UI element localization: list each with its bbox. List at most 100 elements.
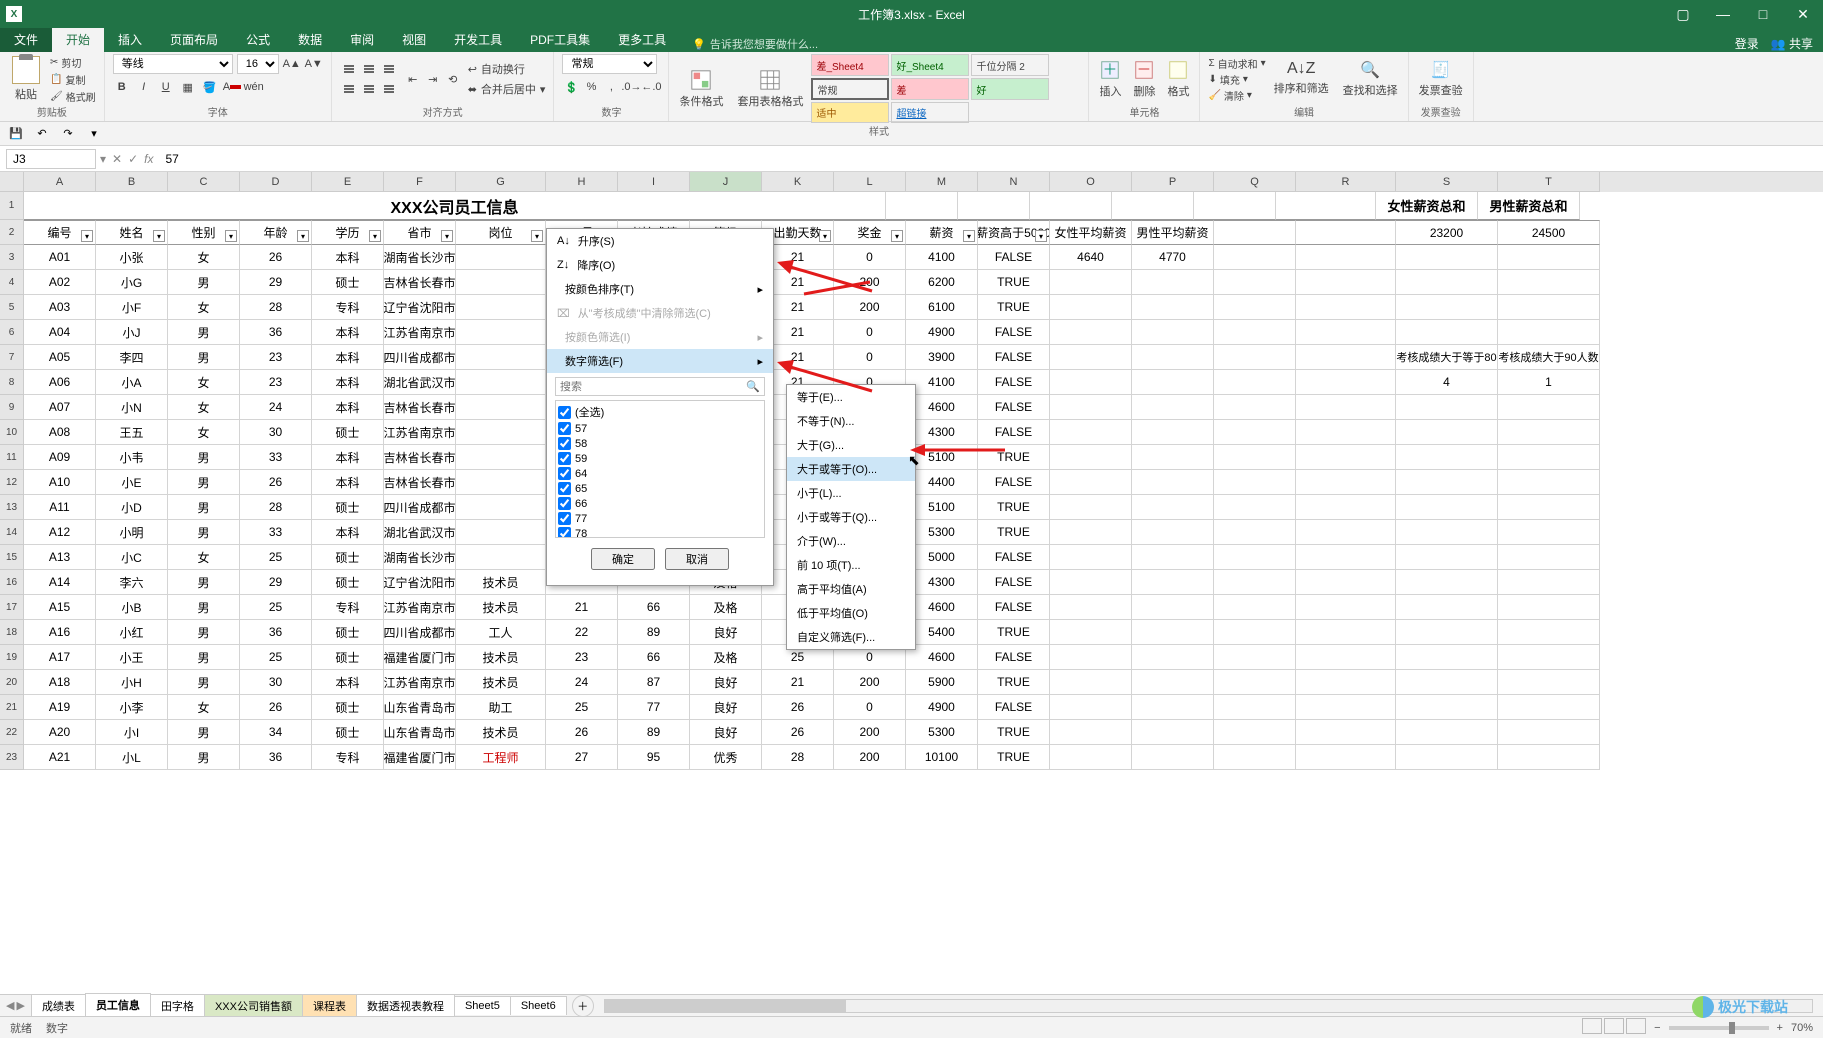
data-cell[interactable]: A21 (24, 745, 96, 770)
data-cell[interactable]: 四川省成都市 (384, 620, 456, 645)
data-cell[interactable]: 3900 (906, 345, 978, 370)
data-cell[interactable]: 硕士 (312, 620, 384, 645)
data-cell[interactable] (456, 370, 546, 395)
fx-icon[interactable]: fx (144, 152, 153, 166)
data-cell[interactable]: FALSE (978, 595, 1050, 620)
data-cell[interactable]: 小N (96, 395, 168, 420)
align-right-button[interactable] (380, 80, 398, 98)
increase-font-icon[interactable]: A▲ (283, 55, 301, 73)
data-cell[interactable] (456, 245, 546, 270)
data-cell[interactable]: 26 (240, 245, 312, 270)
data-cell[interactable]: 28 (762, 745, 834, 770)
filter-greater-equal-item[interactable]: 大于或等于(O)... (787, 457, 915, 481)
style-good[interactable]: 好_Sheet4 (891, 54, 969, 76)
data-cell[interactable]: 江苏省南京市 (384, 420, 456, 445)
row-header[interactable]: 12 (0, 470, 24, 495)
data-cell[interactable]: 王五 (96, 420, 168, 445)
col-header[interactable]: C (168, 172, 240, 192)
filter-dropdown-icon[interactable]: ▾ (963, 230, 975, 242)
data-cell[interactable]: 26 (240, 470, 312, 495)
data-cell[interactable]: 0 (834, 320, 906, 345)
data-cell[interactable]: 10100 (906, 745, 978, 770)
data-cell[interactable]: 及格 (690, 645, 762, 670)
data-cell[interactable]: A07 (24, 395, 96, 420)
sheet-tab[interactable]: 田字格 (150, 994, 205, 1017)
data-cell[interactable]: 吉林省长春市 (384, 445, 456, 470)
data-cell[interactable]: 男 (168, 720, 240, 745)
data-cell[interactable]: 200 (834, 720, 906, 745)
cut-button[interactable]: ✂ 剪切 (50, 55, 96, 70)
data-cell[interactable]: 男 (168, 595, 240, 620)
data-cell[interactable]: 4900 (906, 320, 978, 345)
style-neutral[interactable]: 适中 (811, 102, 889, 123)
data-cell[interactable]: 专科 (312, 595, 384, 620)
font-size-select[interactable]: 16 (237, 54, 279, 74)
data-cell[interactable]: 77 (618, 695, 690, 720)
data-cell[interactable]: 良好 (690, 695, 762, 720)
filter-checkbox[interactable] (558, 467, 571, 480)
row-header[interactable]: 23 (0, 745, 24, 770)
data-cell[interactable]: 工程师 (456, 745, 546, 770)
format-painter-button[interactable]: 🖌 格式刷 (50, 89, 96, 104)
tab-insert[interactable]: 插入 (104, 27, 156, 52)
tab-view[interactable]: 视图 (388, 27, 440, 52)
filter-top10-item[interactable]: 前 10 项(T)... (787, 553, 915, 577)
filter-between-item[interactable]: 介于(W)... (787, 529, 915, 553)
tab-home[interactable]: 开始 (52, 27, 104, 52)
data-cell[interactable]: 山东省青岛市 (384, 695, 456, 720)
data-cell[interactable]: 本科 (312, 370, 384, 395)
align-middle-button[interactable] (360, 60, 378, 78)
sheet-tab[interactable]: 数据透视表教程 (356, 994, 455, 1017)
filter-checkbox[interactable] (558, 512, 571, 525)
data-cell[interactable]: 本科 (312, 470, 384, 495)
col-header[interactable]: D (240, 172, 312, 192)
data-cell[interactable]: 30 (240, 420, 312, 445)
decrease-indent-button[interactable]: ⇤ (404, 70, 422, 88)
data-cell[interactable]: TRUE (978, 295, 1050, 320)
data-cell[interactable]: 89 (618, 720, 690, 745)
fill-button[interactable]: ⬇ 填充 ▾ (1208, 72, 1265, 87)
data-cell[interactable]: 26 (762, 695, 834, 720)
data-cell[interactable] (456, 420, 546, 445)
data-cell[interactable]: 男 (168, 645, 240, 670)
header-cell[interactable]: 男性平均薪资 (1132, 220, 1214, 245)
row-header[interactable]: 19 (0, 645, 24, 670)
value-female-sum[interactable]: 23200 (1396, 220, 1498, 245)
data-cell[interactable]: 本科 (312, 395, 384, 420)
data-cell[interactable] (456, 395, 546, 420)
col-header[interactable]: Q (1214, 172, 1296, 192)
filter-dropdown-icon[interactable]: ▾ (1035, 230, 1047, 242)
decrease-font-icon[interactable]: A▼ (305, 55, 323, 73)
data-cell[interactable]: 技术员 (456, 595, 546, 620)
data-cell[interactable]: 技术员 (456, 645, 546, 670)
data-cell[interactable] (456, 295, 546, 320)
filter-dropdown-icon[interactable]: ▾ (369, 230, 381, 242)
data-cell[interactable]: 辽宁省沈阳市 (384, 295, 456, 320)
enter-formula-icon[interactable]: ✓ (128, 152, 138, 166)
data-cell[interactable]: A03 (24, 295, 96, 320)
style-normal[interactable]: 常规 (811, 78, 889, 100)
data-cell[interactable]: 29 (240, 570, 312, 595)
data-cell[interactable]: 33 (240, 445, 312, 470)
data-cell[interactable]: 女 (168, 370, 240, 395)
filter-checkbox[interactable] (558, 437, 571, 450)
bold-button[interactable]: B (113, 78, 131, 96)
data-cell[interactable]: 江苏省南京市 (384, 595, 456, 620)
data-cell[interactable]: A04 (24, 320, 96, 345)
header-cell[interactable]: 编号▾ (24, 220, 96, 245)
data-cell[interactable]: 0 (834, 245, 906, 270)
data-cell[interactable]: 女 (168, 395, 240, 420)
style-good2[interactable]: 好 (971, 78, 1049, 100)
data-cell[interactable]: FALSE (978, 545, 1050, 570)
formula-input[interactable]: 57 (160, 152, 1823, 166)
find-select-button[interactable]: 🔍查找和选择 (1341, 58, 1400, 100)
row-header[interactable]: 18 (0, 620, 24, 645)
style-hyperlink[interactable]: 超链接 (891, 102, 969, 123)
data-cell[interactable]: 5300 (906, 720, 978, 745)
header-cell[interactable]: 性别▾ (168, 220, 240, 245)
data-cell[interactable]: 福建省厦门市 (384, 645, 456, 670)
data-cell[interactable]: 小B (96, 595, 168, 620)
col-header[interactable]: J (690, 172, 762, 192)
filter-equal-item[interactable]: 等于(E)... (787, 385, 915, 409)
zoom-out-icon[interactable]: − (1654, 1022, 1660, 1034)
